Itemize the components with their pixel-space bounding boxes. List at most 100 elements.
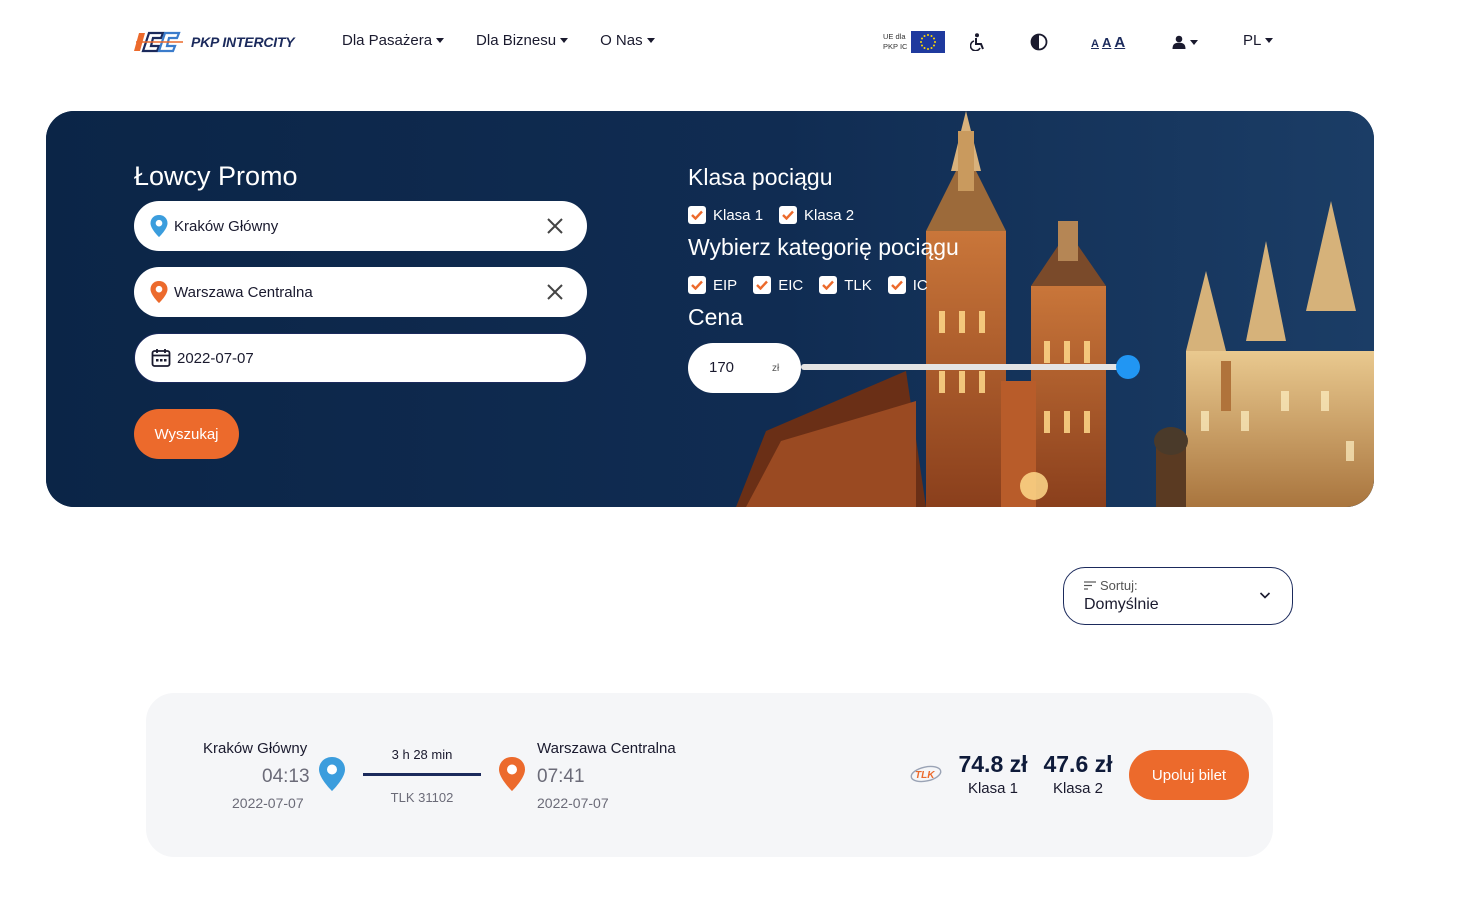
checkbox-label: TLK bbox=[844, 276, 872, 294]
category-ic-checkbox[interactable]: IC bbox=[887, 276, 928, 294]
route-line bbox=[363, 773, 481, 776]
checkbox-label: Klasa 2 bbox=[804, 206, 855, 224]
departure-pin-icon bbox=[319, 757, 345, 791]
font-small[interactable]: A bbox=[1091, 38, 1099, 50]
departure-date: 2022-07-07 bbox=[232, 795, 304, 811]
arrival-date: 2022-07-07 bbox=[537, 795, 609, 811]
user-account-menu[interactable] bbox=[1171, 30, 1199, 54]
arrival-pin-icon bbox=[499, 757, 525, 791]
menu-label: Dla Biznesu bbox=[476, 32, 557, 49]
language-label: PL bbox=[1243, 32, 1262, 49]
caret-down-icon bbox=[1190, 39, 1198, 45]
menu-dla-pasazera[interactable]: Dla Pasażera bbox=[342, 32, 445, 49]
tlk-carrier-logo-icon: TLK bbox=[910, 765, 942, 783]
caret-down-icon bbox=[1265, 38, 1274, 43]
contrast-icon[interactable] bbox=[1028, 30, 1050, 54]
origin-station-value: Kraków Główny bbox=[174, 217, 279, 235]
price-unit: zł bbox=[772, 363, 780, 374]
location-pin-blue-icon bbox=[150, 215, 168, 237]
search-title: Łowcy Promo bbox=[134, 161, 298, 191]
checkbox-label: EIP bbox=[713, 276, 738, 294]
calendar-icon bbox=[151, 349, 171, 367]
clear-destination-icon[interactable] bbox=[545, 282, 565, 302]
tlk-logo-text: TLK bbox=[915, 770, 935, 781]
font-medium[interactable]: A bbox=[1102, 35, 1111, 50]
accessibility-icon[interactable] bbox=[967, 30, 989, 54]
user-icon bbox=[1172, 35, 1186, 49]
checkbox-checked-icon bbox=[688, 206, 706, 224]
price-class2: 47.6 zł Klasa 2 bbox=[1041, 751, 1115, 797]
checkbox-checked-icon bbox=[887, 276, 906, 294]
menu-label: O Nas bbox=[600, 32, 643, 49]
search-hero-panel: Łowcy Promo Kraków Główny Warszawa Centr… bbox=[46, 111, 1374, 507]
search-button[interactable]: Wyszukaj bbox=[134, 409, 239, 459]
date-value: 2022-07-07 bbox=[177, 349, 254, 367]
checkbox-label: EIC bbox=[778, 276, 804, 294]
sort-label-row: Sortuj: bbox=[1084, 578, 1138, 593]
price-class2-amount: 47.6 zł bbox=[1043, 751, 1113, 777]
top-navbar: PKP INTERCITY Dla Pasażera Dla Biznesu O… bbox=[0, 0, 1484, 84]
eu-flag-icon bbox=[911, 31, 945, 53]
arrival-time: 07:41 bbox=[537, 766, 585, 787]
arrival-station: Warszawa Centralna bbox=[537, 740, 676, 757]
max-price-input[interactable]: 170 zł bbox=[688, 343, 801, 393]
chevron-down-icon bbox=[1259, 592, 1271, 599]
train-class-title: Klasa pociągu bbox=[688, 164, 833, 190]
class2-checkbox[interactable]: Klasa 2 bbox=[779, 206, 854, 224]
buy-ticket-button[interactable]: Upoluj bilet bbox=[1129, 750, 1249, 800]
sort-dropdown[interactable]: Sortuj: Domyślnie bbox=[1063, 567, 1293, 625]
checkbox-checked-icon bbox=[688, 276, 706, 294]
ue-label-line1: UE dla bbox=[883, 32, 906, 41]
sort-value: Domyślnie bbox=[1084, 596, 1159, 613]
caret-down-icon bbox=[560, 38, 569, 43]
main-menu: Dla Pasażera Dla Biznesu O Nas bbox=[342, 32, 687, 49]
ue-text: UE dla PKP IC bbox=[883, 32, 911, 52]
pkp-intercity-logo[interactable]: PKP INTERCITY bbox=[133, 30, 295, 54]
class1-checkbox[interactable]: Klasa 1 bbox=[688, 206, 763, 224]
departure-station: Kraków Główny bbox=[203, 740, 308, 757]
max-price-value: 170 bbox=[709, 359, 735, 376]
category-tlk-checkbox[interactable]: TLK bbox=[819, 276, 872, 294]
language-selector[interactable]: PL bbox=[1243, 32, 1274, 49]
origin-station-field[interactable]: Kraków Główny bbox=[134, 201, 587, 251]
train-class-checkboxes: Klasa 1 Klasa 2 bbox=[688, 206, 870, 224]
price-class1-label: Klasa 1 bbox=[967, 780, 1019, 797]
menu-dla-biznesu[interactable]: Dla Biznesu bbox=[476, 32, 569, 49]
price-class2-label: Klasa 2 bbox=[1052, 780, 1104, 797]
font-size-switcher[interactable]: A A A bbox=[1091, 34, 1128, 51]
price-class1-amount: 74.8 zł bbox=[958, 751, 1028, 777]
destination-station-field[interactable]: Warszawa Centralna bbox=[134, 267, 587, 317]
ue-funding-badge[interactable]: UE dla PKP IC bbox=[883, 31, 945, 53]
ue-label-line2: PKP IC bbox=[883, 42, 908, 51]
destination-station-value: Warszawa Centralna bbox=[174, 283, 313, 301]
price-title: Cena bbox=[688, 304, 743, 330]
price-slider-thumb[interactable] bbox=[1116, 355, 1140, 379]
sort-lines-icon bbox=[1084, 581, 1096, 590]
checkbox-label: IC bbox=[912, 276, 928, 294]
menu-o-nas[interactable]: O Nas bbox=[600, 32, 655, 49]
price-class1: 74.8 zł Klasa 1 bbox=[956, 751, 1030, 797]
train-number: TLK 31102 bbox=[390, 790, 454, 805]
price-slider-track[interactable] bbox=[801, 364, 1128, 370]
date-field[interactable]: 2022-07-07 bbox=[134, 333, 587, 383]
caret-down-icon bbox=[646, 38, 655, 43]
menu-label: Dla Pasażera bbox=[342, 32, 433, 49]
checkbox-checked-icon bbox=[779, 206, 798, 224]
travel-duration: 3 h 28 min bbox=[391, 747, 453, 762]
category-eip-checkbox[interactable]: EIP bbox=[688, 276, 737, 294]
category-eic-checkbox[interactable]: EIC bbox=[753, 276, 803, 294]
train-category-title: Wybierz kategorię pociągu bbox=[688, 234, 959, 260]
caret-down-icon bbox=[436, 38, 445, 43]
connection-result-card: Kraków Główny 04:13 2022-07-07 3 h 28 mi… bbox=[146, 693, 1273, 857]
brand-name: PKP INTERCITY bbox=[191, 34, 295, 50]
train-category-checkboxes: EIP EIC TLK IC bbox=[688, 276, 944, 294]
location-pin-orange-icon bbox=[150, 281, 168, 303]
checkbox-label: Klasa 1 bbox=[713, 206, 764, 224]
sort-label: Sortuj: bbox=[1100, 578, 1138, 593]
font-large[interactable]: A bbox=[1114, 34, 1125, 51]
ic-logo-icon bbox=[134, 31, 183, 53]
departure-time: 04:13 bbox=[262, 766, 310, 787]
checkbox-checked-icon bbox=[819, 276, 838, 294]
checkbox-checked-icon bbox=[753, 276, 772, 294]
clear-origin-icon[interactable] bbox=[545, 216, 565, 236]
